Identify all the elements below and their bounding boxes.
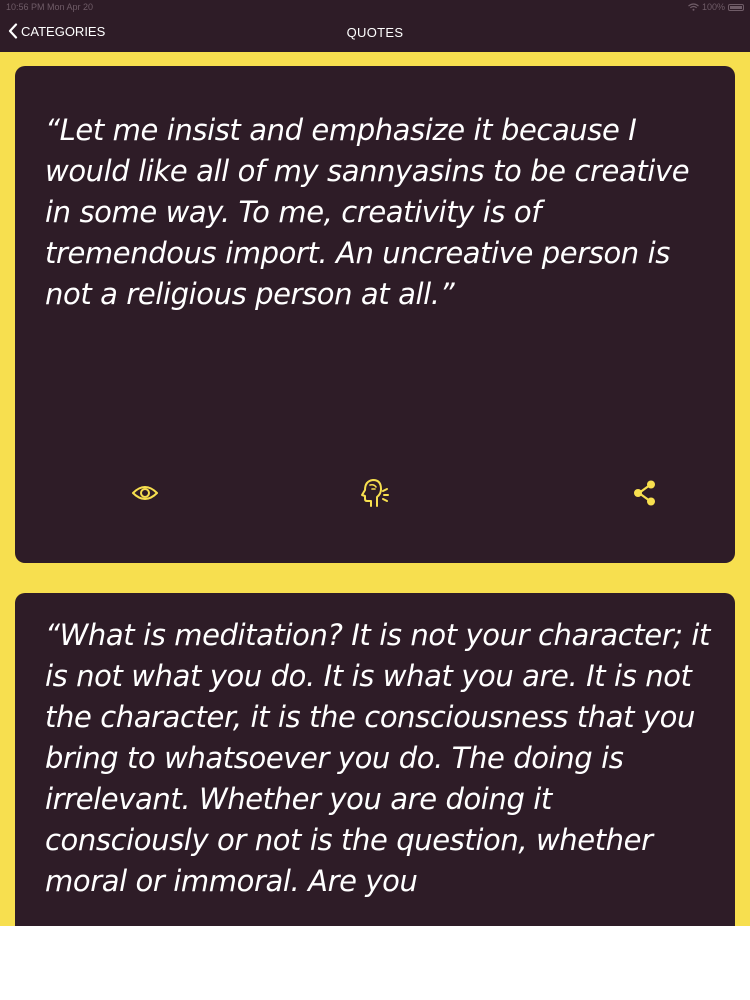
speaking-head-icon <box>359 477 391 509</box>
share-button[interactable] <box>628 476 662 510</box>
quote-card: “What is meditation? It is not your char… <box>15 593 735 926</box>
speak-button[interactable] <box>358 476 392 510</box>
status-bar: 10:56 PM Mon Apr 20 100% <box>0 0 750 14</box>
share-icon <box>631 479 659 507</box>
quotes-screen: 10:56 PM Mon Apr 20 100% CATEGORIES QUOT… <box>0 0 750 926</box>
wifi-icon <box>688 3 699 11</box>
quote-text: “Let me insist and emphasize it because … <box>45 113 690 311</box>
battery-icon <box>728 3 744 11</box>
navigation-bar: 10:56 PM Mon Apr 20 100% CATEGORIES QUOT… <box>0 0 750 52</box>
quote-text: “What is meditation? It is not your char… <box>45 618 711 898</box>
view-button[interactable] <box>128 476 162 510</box>
status-indicators: 100% <box>688 2 744 12</box>
eye-icon <box>131 483 159 503</box>
page-title: QUOTES <box>346 25 404 40</box>
status-time: 10:56 PM Mon Apr 20 <box>6 2 94 12</box>
battery-percent: 100% <box>701 2 725 12</box>
quote-card: “Let me insist and emphasize it because … <box>15 66 735 563</box>
